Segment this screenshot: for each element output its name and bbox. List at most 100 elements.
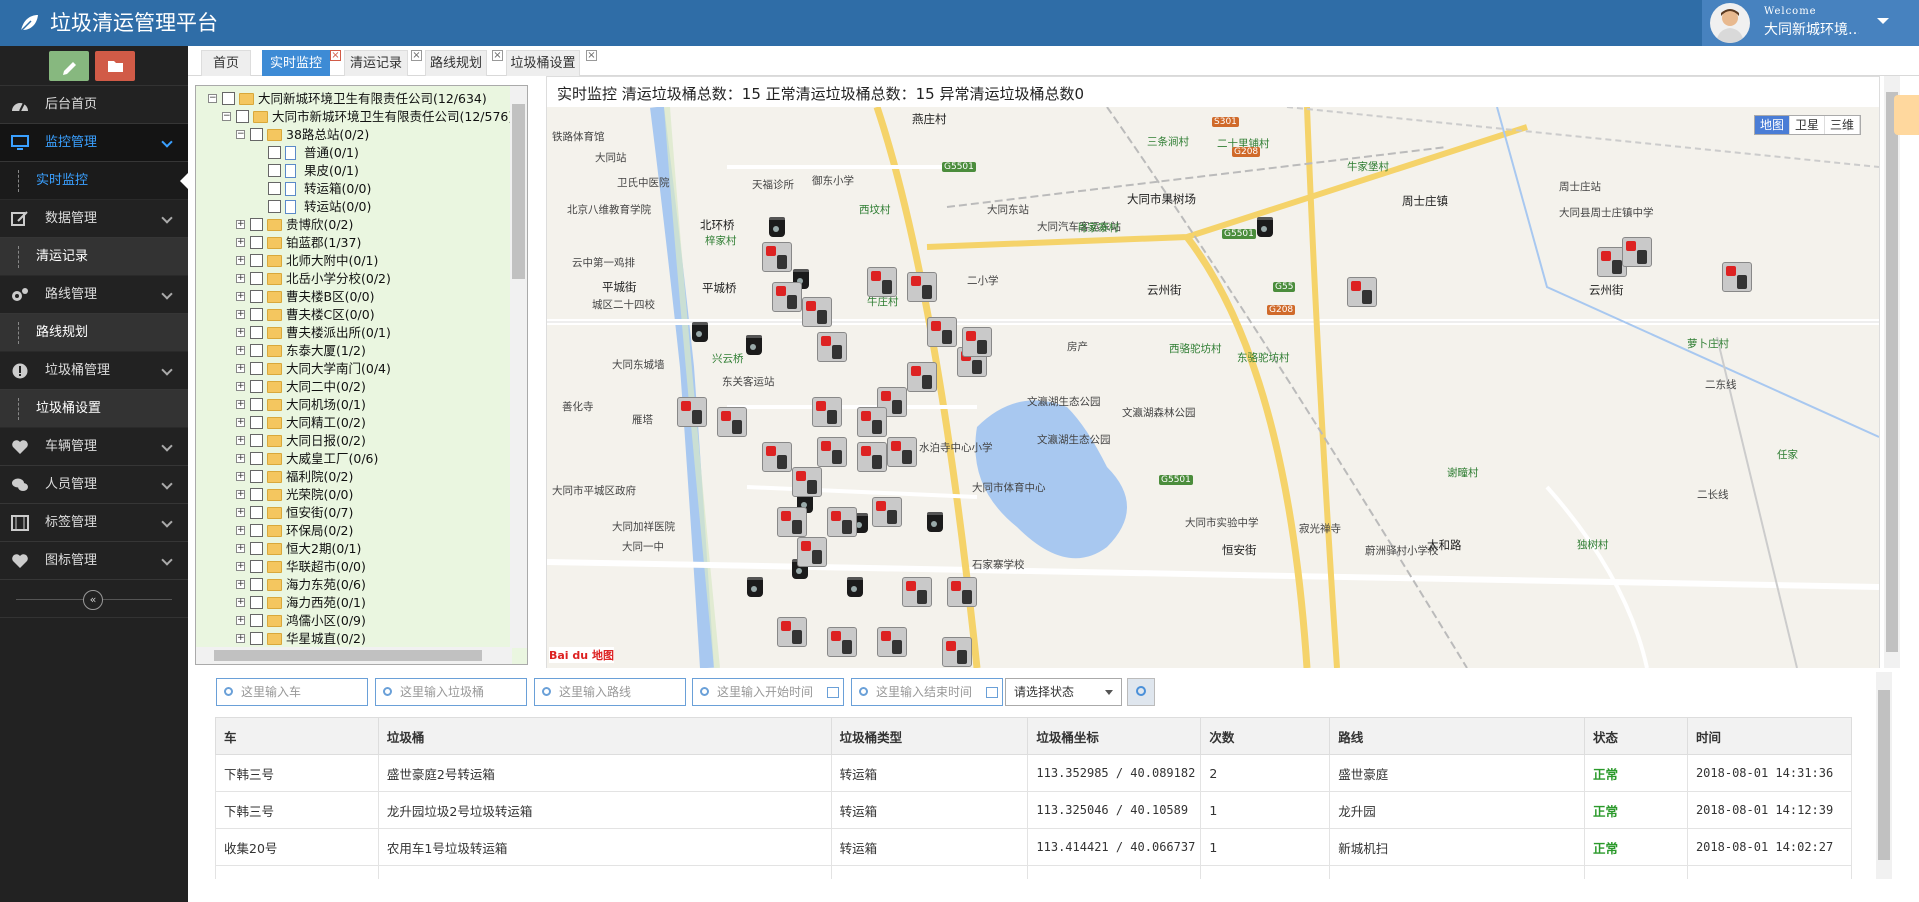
- column-header[interactable]: 垃圾桶坐标: [1027, 717, 1202, 755]
- trash-bin-cluster-marker[interactable]: [1347, 277, 1377, 307]
- expand-icon[interactable]: +: [236, 400, 245, 409]
- tree-node-label[interactable]: 大威皇工厂(0/6): [286, 450, 378, 468]
- bin-search-input[interactable]: 这里输入垃圾桶: [375, 678, 527, 706]
- tab-bin-settings[interactable]: 垃圾桶设置: [506, 50, 580, 76]
- expand-icon[interactable]: +: [236, 616, 245, 625]
- start-time-input[interactable]: 这里输入开始时间: [692, 678, 844, 706]
- tree-node-label[interactable]: 普通(0/1): [304, 144, 359, 162]
- tab-records[interactable]: 清运记录: [344, 50, 408, 76]
- expand-icon[interactable]: +: [236, 382, 245, 391]
- settings-gear-icon[interactable]: [1894, 95, 1919, 135]
- expand-icon[interactable]: +: [236, 580, 245, 589]
- tree-node-label[interactable]: 曹夫楼C区(0/0): [286, 306, 375, 324]
- table-row[interactable]: 下韩三号 龙升园垃圾2号垃圾转运箱 转运箱 113.325046 / 40.10589…: [215, 791, 1852, 829]
- tree-node-label[interactable]: 贵博欣(0/2): [286, 216, 353, 234]
- checkbox[interactable]: [268, 200, 281, 213]
- trash-bin-cluster-marker[interactable]: [907, 362, 937, 392]
- tree-node-label[interactable]: 海力西苑(0/1): [286, 594, 366, 612]
- tab-home[interactable]: 首页: [201, 50, 251, 76]
- trash-bin-cluster-marker[interactable]: [887, 437, 917, 467]
- trash-bin-marker[interactable]: [747, 577, 763, 597]
- expand-icon[interactable]: +: [236, 328, 245, 337]
- trash-bin-cluster-marker[interactable]: [827, 627, 857, 657]
- checkbox[interactable]: [250, 380, 263, 393]
- checkbox[interactable]: [250, 416, 263, 429]
- route-search-input[interactable]: 这里输入路线: [534, 678, 686, 706]
- trash-bin-cluster-marker[interactable]: [777, 507, 807, 537]
- tree-node-label[interactable]: 华星城直(0/2): [286, 630, 366, 648]
- trash-bin-cluster-marker[interactable]: [817, 437, 847, 467]
- sidebar-subitem-realtime[interactable]: 实时监控: [0, 162, 188, 200]
- checkbox[interactable]: [250, 218, 263, 231]
- column-header[interactable]: 时间: [1686, 717, 1852, 755]
- trash-bin-marker[interactable]: [746, 335, 762, 355]
- checkbox[interactable]: [250, 128, 263, 141]
- collapse-icon[interactable]: −: [236, 130, 245, 139]
- end-time-input[interactable]: 这里输入结束时间: [851, 678, 1003, 706]
- trash-bin-cluster-marker[interactable]: [797, 537, 827, 567]
- close-icon[interactable]: ×: [330, 50, 341, 61]
- sidebar-item-staff[interactable]: 人员管理: [0, 466, 188, 504]
- expand-icon[interactable]: +: [236, 454, 245, 463]
- expand-icon[interactable]: +: [236, 436, 245, 445]
- tree-node-label[interactable]: 恒大2期(0/1): [286, 540, 361, 558]
- checkbox[interactable]: [250, 560, 263, 573]
- sidebar-subitem-route-plan[interactable]: 路线规划: [0, 314, 188, 352]
- checkbox[interactable]: [222, 92, 235, 105]
- user-menu[interactable]: Welcome 大同新城环境…: [1702, 0, 1919, 46]
- checkbox[interactable]: [250, 362, 263, 375]
- tab-realtime[interactable]: 实时监控: [262, 50, 330, 76]
- column-header[interactable]: 路线: [1329, 717, 1586, 755]
- checkbox[interactable]: [236, 110, 249, 123]
- close-icon[interactable]: ×: [411, 50, 422, 61]
- checkbox[interactable]: [268, 164, 281, 177]
- scrollbar-thumb[interactable]: [1878, 690, 1890, 860]
- column-header[interactable]: 状态: [1584, 717, 1688, 755]
- map-canvas[interactable]: 地图 卫星 三维 燕庄村 铁路体育馆 大同站 卫氏中医院 御东小学 天福诊所 北京八维教育学…: [547, 107, 1879, 668]
- trash-bin-marker[interactable]: [927, 512, 943, 532]
- caret-down-icon[interactable]: [1877, 18, 1889, 24]
- checkbox[interactable]: [250, 254, 263, 267]
- scrollbar-thumb[interactable]: [512, 104, 525, 279]
- trash-bin-cluster-marker[interactable]: [857, 442, 887, 472]
- sidebar-item-dashboard[interactable]: 后台首页: [0, 86, 188, 124]
- sidebar-item-bins[interactable]: 垃圾桶管理: [0, 352, 188, 390]
- sidebar-subitem-records[interactable]: 清运记录: [0, 238, 188, 276]
- expand-icon[interactable]: +: [236, 364, 245, 373]
- table-row[interactable]: 下韩三号 盛世豪庭2号转运箱 转运箱 113.352985 / 40.089182 2 盛…: [215, 754, 1852, 792]
- trash-bin-cluster-marker[interactable]: [762, 242, 792, 272]
- tree-node-label[interactable]: 北师大附中(0/1): [286, 252, 378, 270]
- trash-bin-cluster-marker[interactable]: [762, 442, 792, 472]
- expand-icon[interactable]: +: [236, 598, 245, 607]
- tree-node-label[interactable]: 大同市新城环境卫生有限责任公司(12/576): [272, 108, 513, 126]
- pencil-button[interactable]: [49, 51, 89, 81]
- collapse-icon[interactable]: −: [222, 112, 231, 121]
- expand-icon[interactable]: +: [236, 274, 245, 283]
- tree-node-label[interactable]: 恒安街(0/7): [286, 504, 353, 522]
- map-type-satellite[interactable]: 卫星: [1790, 116, 1825, 134]
- trash-bin-cluster-marker[interactable]: [827, 507, 857, 537]
- tree-horizontal-scrollbar[interactable]: [196, 647, 512, 664]
- checkbox[interactable]: [250, 506, 263, 519]
- tree-node-label[interactable]: 福利院(0/2): [286, 468, 353, 486]
- checkbox[interactable]: [268, 146, 281, 159]
- column-header[interactable]: 次数: [1200, 717, 1331, 755]
- trash-bin-cluster-marker[interactable]: [927, 317, 957, 347]
- expand-icon[interactable]: +: [236, 526, 245, 535]
- expand-icon[interactable]: +: [236, 490, 245, 499]
- checkbox[interactable]: [250, 488, 263, 501]
- page-scrollbar[interactable]: [1884, 76, 1900, 668]
- tree-node-label[interactable]: 鸿儒小区(0/9): [286, 612, 366, 630]
- trash-bin-cluster-marker[interactable]: [867, 267, 897, 297]
- expand-icon[interactable]: +: [236, 472, 245, 481]
- status-select[interactable]: 请选择状态: [1005, 678, 1122, 706]
- column-header[interactable]: 垃圾桶: [377, 717, 832, 755]
- expand-icon[interactable]: +: [236, 292, 245, 301]
- map-type-3d[interactable]: 三维: [1825, 116, 1860, 134]
- table-row[interactable]: 收集20号 农用车1号垃圾转运箱 转运箱 113.414421 / 40.066737…: [215, 828, 1852, 866]
- trash-bin-cluster-marker[interactable]: [777, 617, 807, 647]
- table-scrollbar[interactable]: [1876, 672, 1892, 879]
- checkbox[interactable]: [250, 614, 263, 627]
- trash-bin-cluster-marker[interactable]: [677, 397, 707, 427]
- checkbox[interactable]: [250, 290, 263, 303]
